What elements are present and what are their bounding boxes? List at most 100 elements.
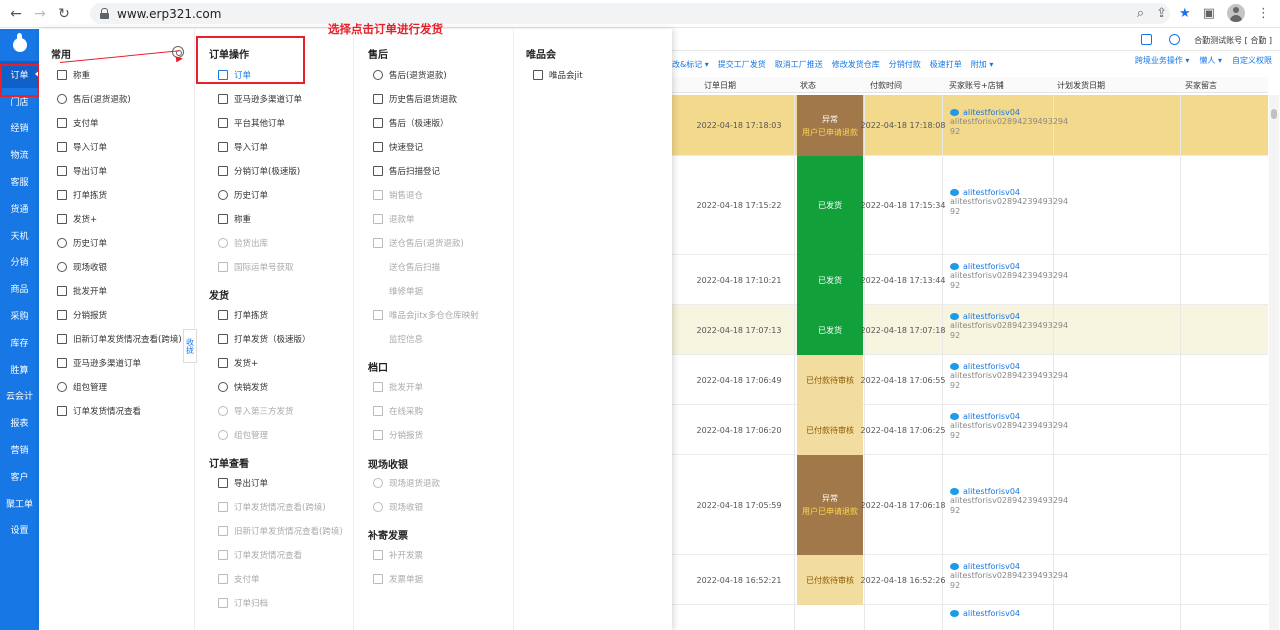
column-header[interactable]: 计划发货日期 [1057,80,1105,91]
menu-item[interactable]: 导入订单 [57,138,107,156]
menu-item[interactable]: 打单拣货 [57,186,107,204]
aliwangwang-icon[interactable] [950,488,959,495]
menu-item[interactable]: 旧新订单发货情况查看(跨境) [57,330,182,348]
nav-item[interactable]: 经销 [0,115,39,142]
menu-item[interactable]: 唯品会jitx多仓仓库映射 [373,306,479,324]
toolbar-right-button[interactable]: 懒人 ▾ [1199,55,1222,66]
column-header[interactable]: 状态 [800,80,816,91]
menu-item[interactable]: 现场收银 [57,258,107,276]
back-icon[interactable]: ← [4,6,28,22]
table-row[interactable]: 2022-04-18 17:10:21 已发货 2022-04-18 17:13:4… [672,255,1268,305]
nav-item[interactable]: 报表 [0,409,39,436]
more-icon[interactable]: ⋮ [1257,6,1270,21]
table-row[interactable]: 2022-04-18 17:06:49 已付款待审核 2022-04-18 17:0… [672,355,1268,405]
menu-item[interactable]: 订单发货情况查看(跨境) [218,498,326,516]
table-row[interactable]: 2022-04-18 17:18:03 异常 用户已申请退款 2022-04-18 1… [672,95,1268,156]
scrollbar[interactable] [1269,95,1279,630]
sidepanel-icon[interactable]: ▣ [1203,6,1215,21]
nav-item[interactable]: 货通 [0,195,39,222]
menu-item[interactable]: 快销发货 [218,378,268,396]
toolbar-button[interactable]: 取消工厂推送 [775,59,823,70]
menu-item[interactable]: 订单发货情况查看 [218,546,302,564]
menu-item[interactable]: 补开发票 [373,546,423,564]
bookmark-star-icon[interactable]: ★ [1179,6,1191,21]
buyer-name[interactable]: alitestforisv04 [950,362,1068,371]
aliwangwang-icon[interactable] [950,188,959,196]
reload-icon[interactable]: ↻ [52,6,76,22]
menu-item[interactable]: 发票单据 [373,570,423,588]
menu-item[interactable]: 组包管理 [218,426,268,444]
menu-item[interactable]: 售后(退货退款) [373,66,447,84]
collapse-tab[interactable]: 收拢 [183,329,197,363]
aliwangwang-icon[interactable] [950,108,959,116]
menu-item[interactable]: 旧新订单发货情况查看(跨境) [218,522,343,540]
toolbar-button[interactable]: 极速打单 [930,59,962,70]
buyer-name[interactable]: alitestforisv04 [950,188,1068,197]
message-icon[interactable] [1141,34,1152,45]
aliwangwang-icon[interactable] [950,313,959,320]
column-header[interactable]: 买家账号+店铺 [949,80,1004,91]
menu-item[interactable]: 历史订单 [57,234,107,252]
nav-item[interactable]: 库存 [0,329,39,356]
toolbar-right-button[interactable]: 跨境业务操作 ▾ [1135,55,1190,66]
menu-item[interactable]: 售后（极速版） [373,114,449,132]
menu-item[interactable]: 称重 [57,66,90,84]
toolbar-button[interactable]: 修改发货仓库 [832,59,880,70]
menu-item[interactable]: 退款单 [373,210,415,228]
zoom-icon[interactable]: ⌕ [1137,6,1144,21]
menu-item[interactable]: 导出订单 [218,474,268,492]
buyer-name[interactable]: alitestforisv04 [950,412,1068,421]
column-header[interactable]: 订单日期 [704,80,736,91]
menu-item[interactable]: 组包管理 [57,378,107,396]
menu-item[interactable]: 订单归档 [218,594,268,612]
support-icon[interactable] [1169,34,1180,45]
menu-item[interactable]: 送仓售后(退货退款) [373,234,464,252]
address-bar[interactable]: www.erp321.com [90,3,1170,24]
column-header[interactable]: 付款时间 [870,80,902,91]
nav-item[interactable]: 营销 [0,436,39,463]
menu-item[interactable]: 国际运单号获取 [218,258,294,276]
menu-item[interactable]: 批发开单 [57,282,107,300]
menu-item[interactable]: 支付单 [218,570,260,588]
menu-item[interactable]: 平台其他订单 [218,114,285,132]
menu-item[interactable]: 订单发货情况查看 [57,402,141,420]
menu-item[interactable]: 销售退仓 [373,186,423,204]
menu-item[interactable]: 唯品会jit [533,66,583,84]
toolbar-button[interactable]: 附加 ▾ [971,59,994,70]
menu-item[interactable]: 现场收银 [373,498,423,516]
nav-item[interactable]: 商品 [0,275,39,302]
menu-item[interactable]: 导入第三方发货 [218,402,294,420]
profile-avatar[interactable] [1227,4,1245,22]
menu-item[interactable]: 打单发货（极速版） [218,330,311,348]
menu-item[interactable]: 快速登记 [373,138,423,156]
table-row[interactable]: 2022-04-18 17:06:20 已付款待审核 2022-04-18 17:0… [672,405,1268,455]
menu-item[interactable]: 送仓售后扫描 [373,258,440,276]
buyer-name[interactable]: alitestforisv04 [950,108,1068,117]
nav-item[interactable]: 云会计 [0,383,39,410]
toolbar-button[interactable]: 提交工厂发货 [718,59,766,70]
table-row[interactable]: 2022-04-18 17:15:22 已发货 2022-04-18 17:15:3… [672,156,1268,255]
menu-item[interactable]: 批发开单 [373,378,423,396]
buyer-name[interactable]: alitestforisv04 [950,262,1068,271]
aliwangwang-icon[interactable] [950,363,959,370]
menu-item[interactable]: 亚马逊多渠道订单 [57,354,141,372]
nav-item[interactable]: 分销 [0,249,39,276]
column-header[interactable]: 买家留言 [1185,80,1217,91]
nav-item[interactable]: 采购 [0,302,39,329]
menu-item[interactable]: 打单拣货 [218,306,268,324]
nav-item[interactable]: 天机 [0,222,39,249]
toolbar-button[interactable]: 分销付款 [889,59,921,70]
menu-item[interactable]: 分销报货 [373,426,423,444]
buyer-name[interactable]: alitestforisv04 [950,609,1020,618]
table-row[interactable]: 2022-04-18 17:05:59 异常 用户已申请退款 2022-04-18 1… [672,455,1268,555]
menu-item[interactable]: 监控信息 [373,330,423,348]
menu-item[interactable]: 在线采购 [373,402,423,420]
buyer-name[interactable]: alitestforisv04 [950,487,1068,496]
menu-item[interactable]: 发货+ [218,354,258,372]
menu-item[interactable]: 分销订单(极速版) [218,162,300,180]
menu-item[interactable]: 支付单 [57,114,99,132]
forward-icon[interactable]: → [28,6,52,22]
scroll-thumb[interactable] [1271,109,1277,119]
account-name[interactable]: 合勤测试账号 [ 合勤 ] [1194,35,1272,46]
aliwangwang-icon[interactable] [950,413,959,420]
